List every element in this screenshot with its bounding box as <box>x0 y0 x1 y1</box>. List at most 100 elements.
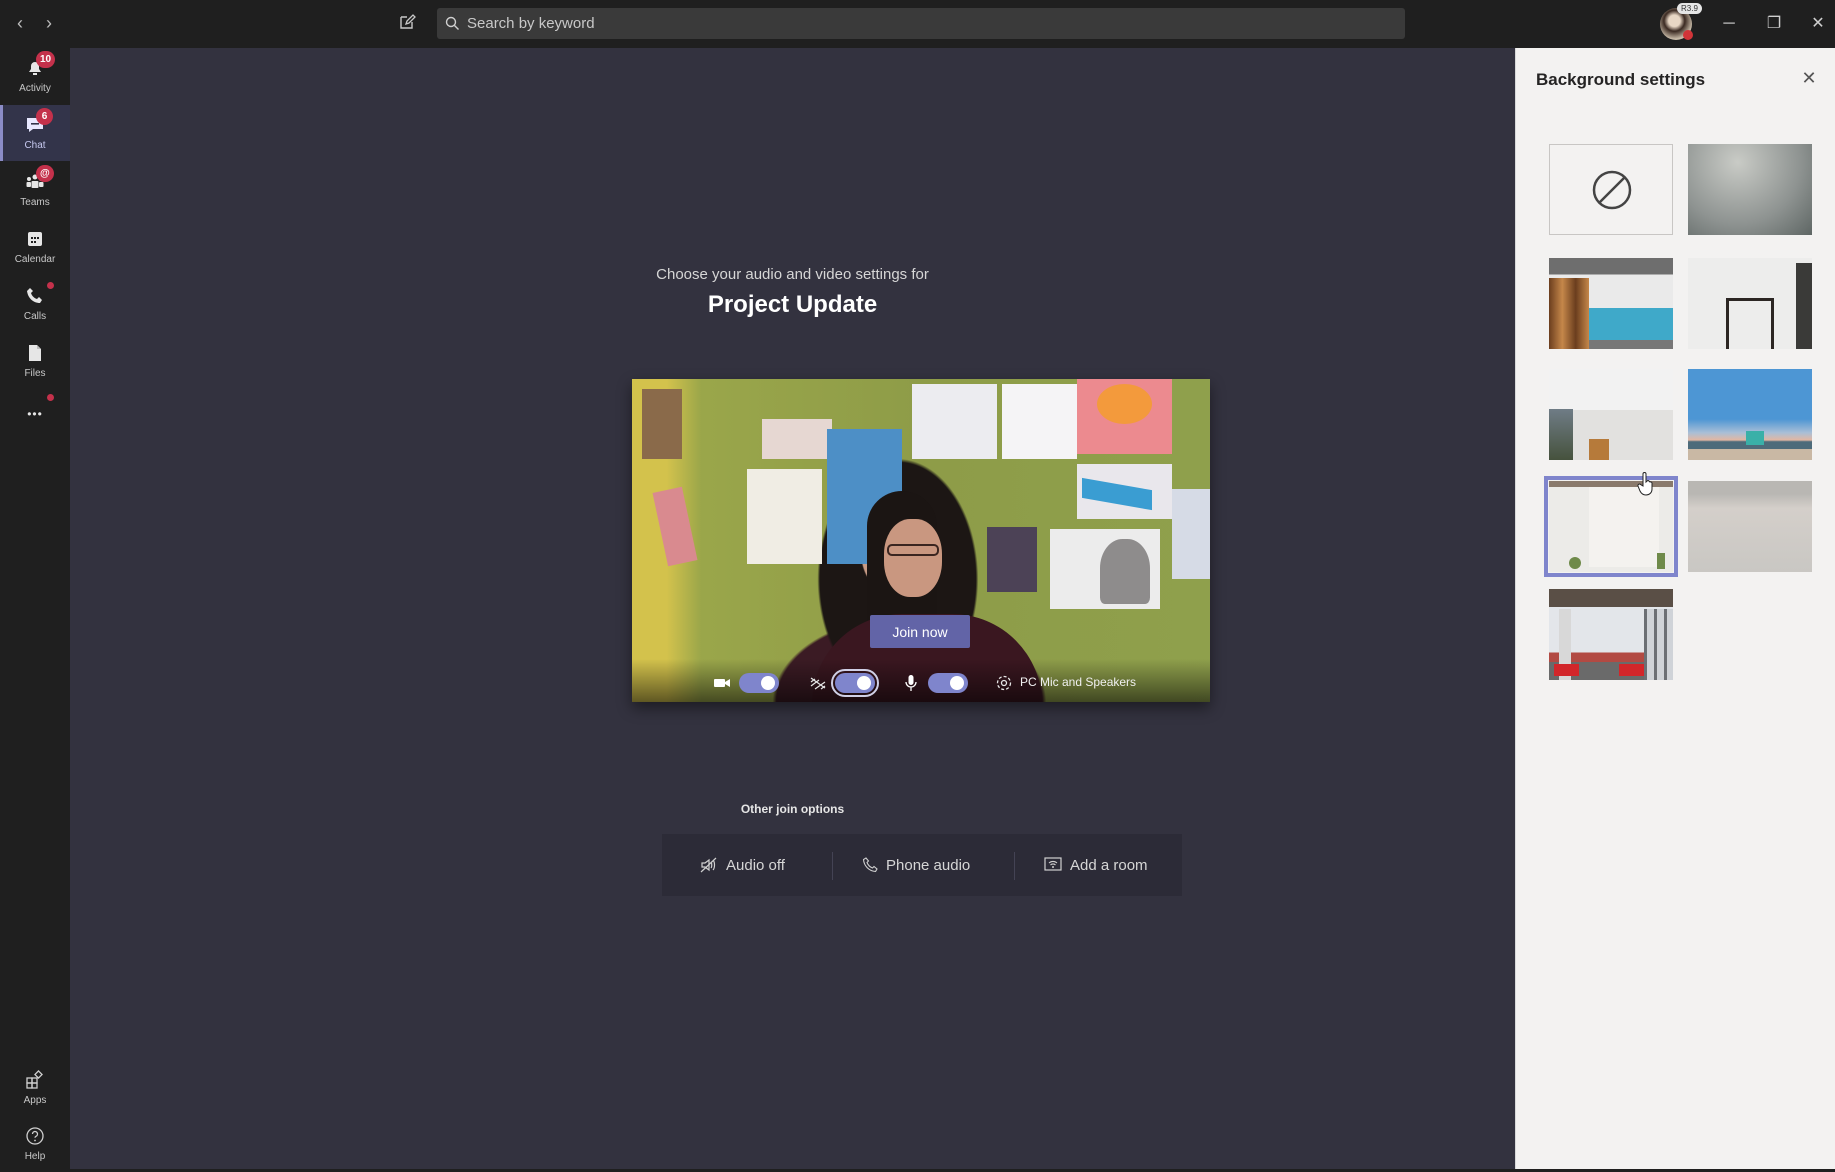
search-box[interactable] <box>437 8 1405 39</box>
teams-badge: @ <box>36 165 54 182</box>
restore-button[interactable]: ❐ <box>1762 12 1786 36</box>
phone-audio-label: Phone audio <box>886 856 971 874</box>
calendar-icon <box>28 232 42 246</box>
room-cast-icon <box>1044 857 1062 871</box>
rail-item-apps[interactable]: Apps <box>0 1060 70 1116</box>
camera-toggle[interactable] <box>739 673 779 693</box>
rail-item-teams[interactable]: @ Teams <box>0 162 70 218</box>
no-background-icon <box>1592 170 1632 210</box>
microphone-toggle[interactable] <box>928 673 968 693</box>
wall-art <box>1097 384 1152 424</box>
microphone-icon <box>905 675 917 691</box>
background-option-white-window[interactable] <box>1549 369 1673 460</box>
app-rail: 10 Activity 6 Chat @ Teams Calendar Call… <box>0 48 70 1169</box>
rail-label: Chat <box>24 140 46 151</box>
thumb-detail <box>1549 409 1573 460</box>
calls-notification-dot <box>47 282 54 289</box>
rail-item-activity[interactable]: 10 Activity <box>0 48 70 104</box>
wall-art <box>1100 539 1150 604</box>
background-settings-panel: Background settings ✕ <box>1515 48 1835 1169</box>
rail-item-chat[interactable]: 6 Chat <box>0 105 70 161</box>
file-icon <box>29 345 41 361</box>
other-join-options-label: Other join options <box>740 802 845 816</box>
video-preview: Join now PC Mic and Speakers <box>632 379 1210 702</box>
rail-label: Teams <box>20 197 50 208</box>
background-option-office-loft[interactable] <box>1549 258 1673 349</box>
rail-item-calendar[interactable]: Calendar <box>0 219 70 275</box>
wall-art <box>747 469 822 564</box>
audio-off-label: Audio off <box>726 856 785 874</box>
background-blur-toggle[interactable] <box>831 669 879 697</box>
thumb-detail <box>1657 553 1665 569</box>
background-option-blur[interactable] <box>1688 144 1812 235</box>
thumb-detail <box>1554 664 1579 676</box>
hand-cursor-icon <box>1637 472 1653 496</box>
rail-item-help[interactable]: Help <box>0 1116 70 1172</box>
background-option-loft-windows[interactable] <box>1549 589 1673 680</box>
wall-art <box>642 389 682 459</box>
audio-device-label[interactable]: PC Mic and Speakers <box>1020 675 1136 689</box>
wall-art <box>1002 384 1077 459</box>
wall-art <box>652 486 698 567</box>
more-icon: ••• <box>27 407 43 421</box>
thumb-detail <box>1619 664 1644 676</box>
add-room-label: Add a room <box>1070 856 1148 874</box>
wall-art <box>1172 489 1210 579</box>
background-option-beach[interactable] <box>1688 369 1812 460</box>
add-room-option[interactable]: Add a room <box>1044 834 1148 896</box>
minimize-button[interactable]: ─ <box>1717 12 1741 36</box>
help-icon <box>26 1127 44 1145</box>
wall-art <box>987 527 1037 592</box>
person-face <box>884 519 942 597</box>
compose-icon <box>400 14 416 29</box>
rail-label: Apps <box>23 1095 47 1106</box>
chevron-left-icon: ‹ <box>17 13 23 33</box>
close-panel-button[interactable]: ✕ <box>1799 68 1819 88</box>
camera-icon <box>714 679 730 687</box>
other-join-options: Audio off Phone audio Add a room <box>662 834 1182 896</box>
rail-item-files[interactable]: Files <box>0 333 70 389</box>
rail-label: Files <box>24 368 46 379</box>
divider <box>832 852 833 880</box>
phone-icon <box>27 288 42 303</box>
audio-off-option[interactable]: Audio off <box>700 834 785 896</box>
background-option-white-doorway[interactable] <box>1688 258 1812 349</box>
avatar-badge: R3.9 <box>1677 3 1702 14</box>
thumb-detail <box>1589 487 1659 567</box>
thumb-detail <box>1569 557 1581 569</box>
chat-badge: 6 <box>36 108 53 125</box>
panel-title: Background settings <box>1536 70 1706 89</box>
apps-icon <box>26 1070 43 1089</box>
forward-button[interactable]: › <box>39 12 59 34</box>
more-notification-dot <box>47 394 54 401</box>
title-bar: ‹ › R3.9 ─ ❐ ✕ <box>0 0 1835 48</box>
join-now-button[interactable]: Join now <box>870 615 970 648</box>
background-option-none[interactable] <box>1549 144 1673 235</box>
back-button[interactable]: ‹ <box>10 12 30 34</box>
device-controls: PC Mic and Speakers <box>632 659 1210 702</box>
thumb-detail <box>1796 263 1812 349</box>
wall-art <box>762 419 832 459</box>
rail-item-more[interactable]: ••• <box>0 390 70 446</box>
phone-audio-option[interactable]: Phone audio <box>862 834 970 896</box>
thumb-detail <box>1726 298 1774 349</box>
rail-label: Help <box>24 1151 46 1162</box>
chevron-right-icon: › <box>46 13 52 33</box>
wall-art <box>912 384 997 459</box>
person-glasses <box>887 544 939 556</box>
presence-busy-icon <box>1683 30 1693 40</box>
rail-label: Calendar <box>14 254 56 265</box>
prejoin-stage: Choose your audio and video settings for… <box>70 48 1515 1169</box>
speaker-off-icon <box>700 857 717 873</box>
thumb-detail <box>1589 439 1609 460</box>
close-window-button[interactable]: ✕ <box>1806 12 1830 36</box>
background-option-blurred-wall[interactable] <box>1688 481 1812 572</box>
search-input[interactable] <box>467 8 1387 39</box>
rail-item-calls[interactable]: Calls <box>0 276 70 332</box>
phone-icon <box>862 857 878 873</box>
divider <box>1014 852 1015 880</box>
search-icon <box>445 16 459 30</box>
compose-button[interactable] <box>398 13 416 33</box>
gear-icon[interactable] <box>995 674 1013 692</box>
prejoin-subtitle: Choose your audio and video settings for <box>656 266 929 283</box>
